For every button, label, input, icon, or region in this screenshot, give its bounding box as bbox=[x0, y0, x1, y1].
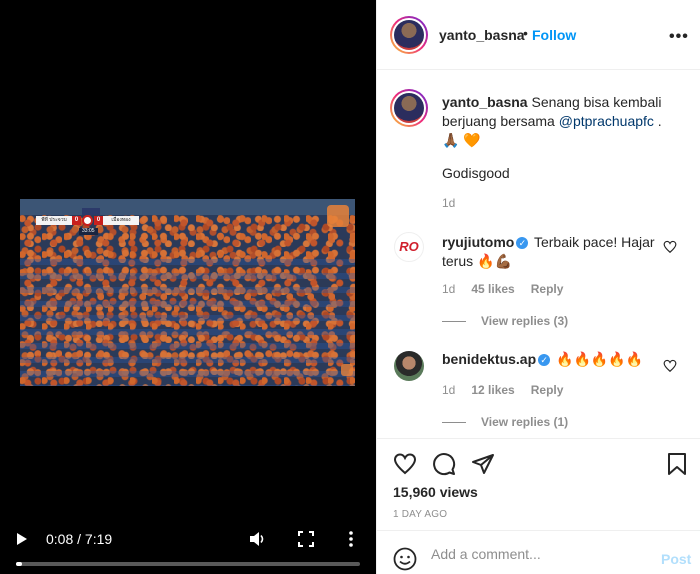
broadcaster-logo bbox=[327, 205, 349, 227]
add-comment-bar: Post bbox=[377, 530, 700, 574]
reply-button[interactable]: Reply bbox=[531, 282, 564, 296]
comment-input[interactable] bbox=[431, 546, 651, 562]
post-side-panel: yanto_basna • Follow ••• yanto_basna Sen… bbox=[376, 0, 700, 574]
divider bbox=[442, 421, 466, 423]
video-time: 0:08 / 7:19 bbox=[46, 531, 113, 547]
scoreboard-clock: 33:05 bbox=[79, 228, 98, 235]
comment-likes[interactable]: 12 likes bbox=[471, 383, 514, 397]
verified-badge-icon: ✓ bbox=[538, 354, 551, 367]
more-vertical-icon[interactable] bbox=[344, 530, 358, 548]
comment-avatar[interactable]: RO bbox=[394, 232, 424, 262]
header-username[interactable]: yanto_basna bbox=[439, 27, 525, 43]
comment-likes[interactable]: 45 likes bbox=[471, 282, 514, 296]
comment-age[interactable]: 1d bbox=[442, 282, 455, 296]
video-frame[interactable]: พีที ประจวบ 0 0 เมืองทอง 33:05 bbox=[20, 199, 355, 386]
play-icon[interactable] bbox=[16, 533, 28, 545]
caption-username[interactable]: yanto_basna bbox=[442, 94, 528, 110]
share-icon[interactable] bbox=[471, 452, 495, 476]
comment-text: benidektus.ap ✓ 🔥🔥🔥🔥🔥 bbox=[442, 350, 657, 369]
post-button[interactable]: Post bbox=[661, 551, 691, 567]
view-replies-label[interactable]: View replies (1) bbox=[481, 415, 568, 429]
follow-button[interactable]: Follow bbox=[532, 27, 576, 43]
scoreboard-ball-icon bbox=[82, 215, 93, 226]
comment-username[interactable]: ryujiutomo bbox=[442, 234, 514, 250]
like-heart-icon[interactable] bbox=[393, 452, 417, 476]
broadcaster-logo-small bbox=[341, 364, 353, 376]
video-player[interactable]: พีที ประจวบ 0 0 เมืองทอง 33:05 0:08 / 7:… bbox=[0, 0, 376, 574]
video-progress-bar[interactable] bbox=[16, 562, 360, 566]
comment-meta: 1d 45 likes Reply bbox=[442, 282, 563, 296]
more-options-icon[interactable]: ••• bbox=[669, 28, 689, 46]
view-replies-button[interactable]: View replies (3) bbox=[442, 314, 568, 328]
caption-line2: Godisgood bbox=[442, 165, 510, 181]
post-header: yanto_basna • Follow ••• bbox=[377, 0, 700, 70]
caption-age[interactable]: 1d bbox=[442, 196, 455, 210]
view-replies-label[interactable]: View replies (3) bbox=[481, 314, 568, 328]
comment-text: ryujiutomo ✓ Terbaik pace! Hajar terus 🔥💪… bbox=[442, 233, 657, 271]
post-date[interactable]: 1 DAY AGO bbox=[393, 509, 447, 520]
scoreboard-league-logo bbox=[82, 208, 100, 215]
caption-avatar[interactable] bbox=[390, 89, 428, 127]
scoreboard-away-score: 0 bbox=[94, 216, 103, 225]
comment-body: 🔥🔥🔥🔥🔥 bbox=[552, 351, 644, 367]
stadium-roof bbox=[20, 199, 355, 215]
bookmark-icon[interactable] bbox=[665, 452, 689, 476]
volume-icon[interactable] bbox=[248, 530, 266, 548]
heart-icon[interactable] bbox=[663, 359, 677, 373]
avatar[interactable] bbox=[390, 16, 428, 54]
comment-age[interactable]: 1d bbox=[442, 383, 455, 397]
view-count[interactable]: 15,960 views bbox=[393, 484, 478, 500]
stadium-seats bbox=[20, 259, 355, 386]
emoji-icon[interactable] bbox=[393, 547, 417, 571]
comment-username[interactable]: benidektus.ap bbox=[442, 351, 536, 367]
verified-badge-icon: ✓ bbox=[516, 237, 529, 250]
scoreboard-home-team: พีที ประจวบ bbox=[36, 216, 72, 225]
scoreboard-home-score: 0 bbox=[72, 216, 81, 225]
comment-meta: 1d 12 likes Reply bbox=[442, 383, 563, 397]
comment-icon[interactable] bbox=[432, 452, 456, 476]
scoreboard-away-team: เมืองทอง bbox=[103, 216, 139, 225]
reply-button[interactable]: Reply bbox=[531, 383, 564, 397]
scoreboard: พีที ประจวบ 0 0 เมืองทอง bbox=[36, 215, 139, 226]
post-caption: yanto_basna Senang bisa kembali berjuang… bbox=[442, 93, 682, 150]
view-replies-button[interactable]: View replies (1) bbox=[442, 415, 568, 429]
comment-avatar[interactable] bbox=[394, 351, 424, 381]
action-bar bbox=[377, 438, 700, 488]
video-progress-fill bbox=[16, 562, 23, 566]
video-controls: 0:08 / 7:19 bbox=[0, 524, 376, 554]
divider bbox=[442, 320, 466, 322]
header-separator: • bbox=[523, 25, 528, 41]
fullscreen-icon[interactable] bbox=[298, 531, 314, 547]
caption-mention[interactable]: @ptprachuapfc bbox=[559, 113, 654, 129]
heart-icon[interactable] bbox=[663, 240, 677, 254]
